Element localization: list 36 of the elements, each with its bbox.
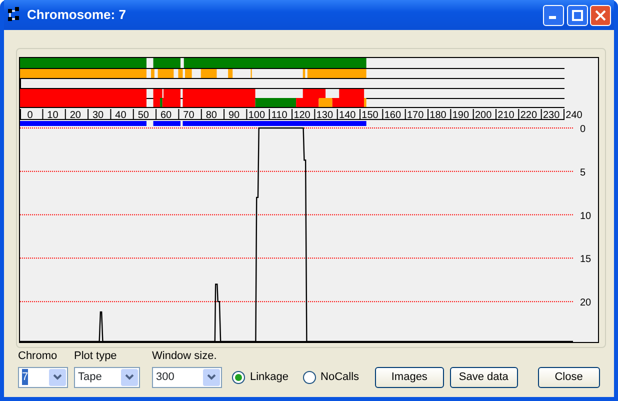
axis-tick-label: 230 xyxy=(543,110,560,121)
axis-tick-label: 15 xyxy=(580,254,592,266)
axis-tick-label: 180 xyxy=(430,110,446,121)
axis-tick-label: 200 xyxy=(475,110,492,121)
axis-tick-label: 40 xyxy=(115,110,126,121)
field-label: Chromo xyxy=(18,349,58,364)
axis-tick-label: 220 xyxy=(520,110,538,121)
axis-tick-label: 10 xyxy=(47,110,58,121)
axis-tick-label: 80 xyxy=(206,110,217,121)
axis-tick-label: 160 xyxy=(384,110,402,121)
axis-tick-label: 210 xyxy=(498,110,514,121)
field-label: Plot type xyxy=(74,349,118,364)
field-label: Window size. xyxy=(152,349,218,364)
axis-tick-label: 110 xyxy=(271,110,288,121)
axis-tick-label: 20 xyxy=(580,298,592,309)
axis-tick-label: 90 xyxy=(228,110,240,121)
axis-tick-label: 190 xyxy=(452,110,470,121)
radio-label: NoCalls xyxy=(320,370,360,385)
axis-tick-label: 30 xyxy=(92,110,104,121)
axis-tick-label: 60 xyxy=(160,110,172,121)
axis-tick-label: 5 xyxy=(580,167,586,178)
axis-tick-label: 20 xyxy=(70,110,81,121)
axis-tick-label: 120 xyxy=(294,110,310,121)
axis-tick-label: 100 xyxy=(248,110,266,121)
axis-tick-label: 170 xyxy=(407,110,424,121)
window-title: Chromosome: 7 xyxy=(27,6,126,24)
axis-tick-label: 70 xyxy=(183,110,194,121)
axis-tick-label: 240 xyxy=(566,110,582,121)
radio-label: Linkage xyxy=(250,370,289,385)
axis-tick-label: 130 xyxy=(316,110,334,121)
axis-tick-label: 0 xyxy=(27,110,33,121)
axis-tick-label: 140 xyxy=(339,110,356,121)
axis-tick-label: 10 xyxy=(580,210,592,222)
axis-tick-label: 50 xyxy=(138,110,149,121)
axis-tick-label: 150 xyxy=(362,110,378,121)
axis-tick-label: 0 xyxy=(580,124,586,135)
